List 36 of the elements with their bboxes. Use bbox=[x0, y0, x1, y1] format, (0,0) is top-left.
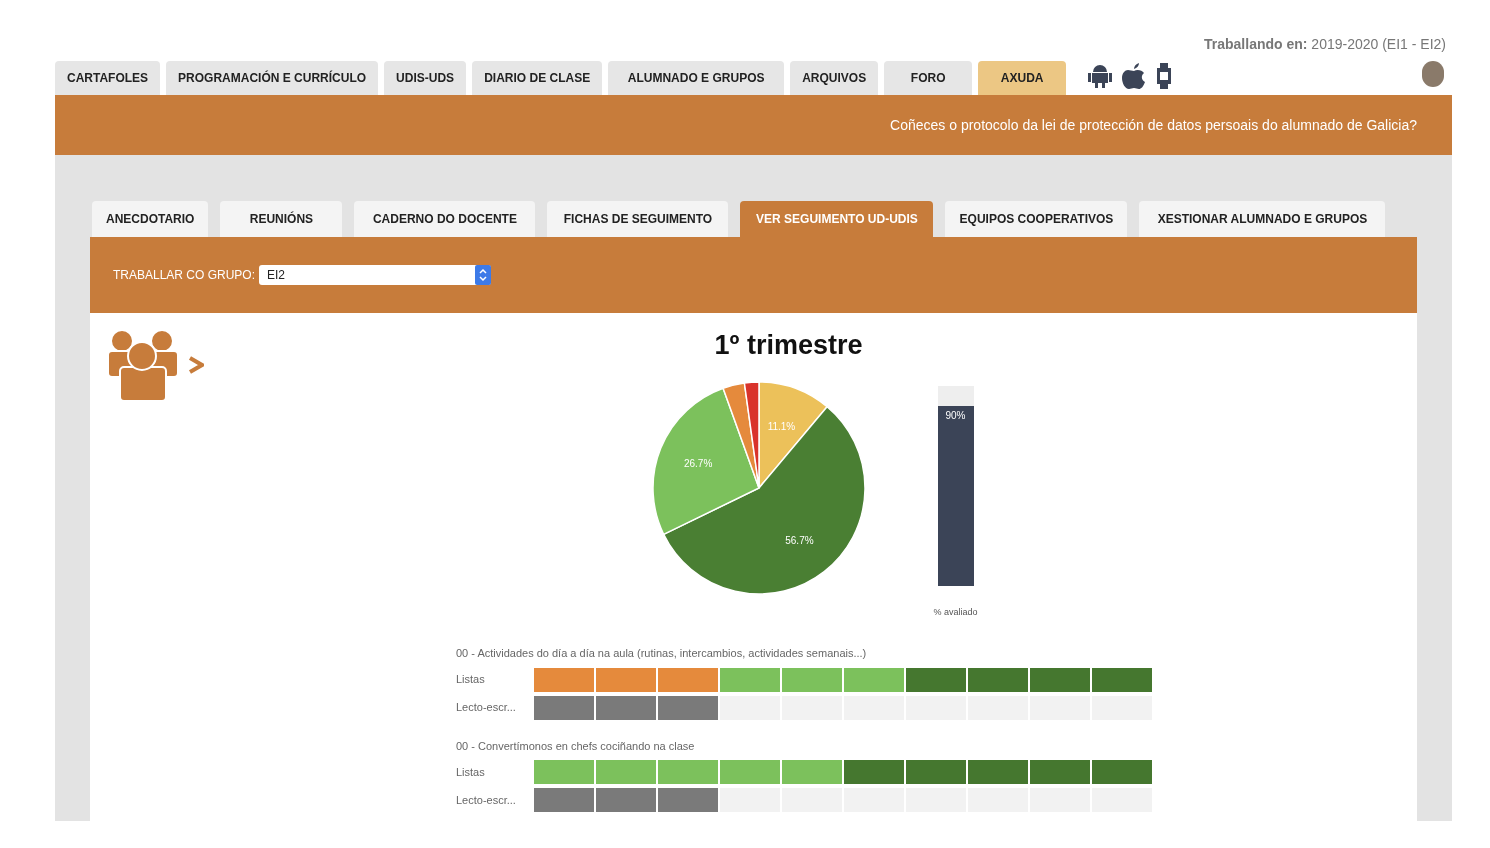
group-of-people-icon bbox=[106, 329, 180, 401]
nav-tab[interactable]: PROGRAMACIÓN E CURRÍCULO bbox=[166, 61, 379, 95]
section-tab[interactable]: XESTIONAR ALUMNADO E GRUPOS bbox=[1139, 201, 1386, 237]
user-avatar[interactable] bbox=[1422, 61, 1444, 87]
nav-tab[interactable]: ARQUIVOS bbox=[790, 61, 879, 95]
working-context: Traballando en: 2019-2020 (EI1 - EI2) bbox=[1204, 35, 1446, 54]
section-tab[interactable]: CADERNO DO DOCENTE bbox=[354, 201, 536, 237]
slice-label: 11.1% bbox=[768, 420, 796, 432]
up-down-arrows-icon bbox=[475, 265, 492, 285]
nav-tab[interactable]: ALUMNADO E GRUPOS bbox=[608, 61, 785, 95]
slice-label: 56.7% bbox=[785, 534, 815, 546]
section-tab[interactable]: EQUIPOS COOPERATIVOS bbox=[945, 201, 1128, 237]
robot-icon[interactable] bbox=[1088, 63, 1113, 89]
section-tab[interactable]: FICHAS DE SEGUIMENTO bbox=[547, 201, 729, 237]
section-tab[interactable]: ANECDOTARIO bbox=[92, 201, 209, 237]
row-label: Lecto-escr... bbox=[456, 792, 517, 808]
row-label: Lecto-escr... bbox=[456, 700, 517, 716]
activity-title: 00 - Actividades do día a día na aula (rutinas, intercambios, actividades semanais...) bbox=[456, 646, 868, 661]
progress-caption: % avaliado bbox=[933, 605, 978, 619]
apple-icon[interactable] bbox=[1122, 63, 1147, 89]
chevron-icon bbox=[188, 355, 204, 375]
activity-title: 00 - Convertímonos en chefs cociñando na clase bbox=[456, 738, 696, 754]
watch-icon[interactable] bbox=[1156, 63, 1173, 89]
slice-label: 26.7% bbox=[684, 457, 713, 469]
group-select[interactable]: EI2 bbox=[259, 265, 492, 285]
row-label: Listas bbox=[456, 672, 486, 688]
nav-tab[interactable]: CARTAFOLES bbox=[55, 61, 161, 95]
section-tab[interactable]: REUNIÓNS bbox=[220, 201, 343, 237]
nav-tab[interactable]: FORO bbox=[884, 61, 973, 95]
progress-reading: 90% bbox=[945, 408, 966, 423]
group-label: TRABALLAR CO GRUPO: bbox=[113, 267, 256, 284]
trimester-title: 1º trimestre bbox=[714, 329, 863, 362]
nav-tab[interactable]: DIARIO DE CLASE bbox=[472, 61, 603, 95]
nav-tab[interactable]: AXUDA bbox=[978, 61, 1067, 95]
row-label: Listas bbox=[456, 764, 486, 780]
nav-tab[interactable]: UDIS-UDS bbox=[384, 61, 467, 95]
